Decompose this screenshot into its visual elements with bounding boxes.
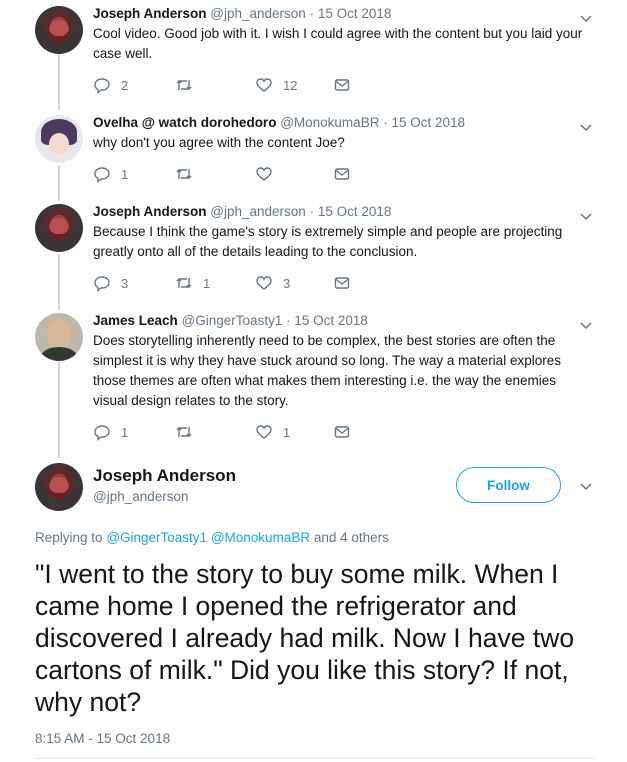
tweet-header: James Leach @GingerToasty1 · 15 Oct 2018 <box>93 313 368 328</box>
like-icon <box>256 425 272 439</box>
tweet-date[interactable]: 15 Oct 2018 <box>391 115 465 130</box>
retweet-button[interactable] <box>175 165 203 183</box>
author-name[interactable]: Joseph Anderson <box>93 204 207 219</box>
tweet-date[interactable]: 15 Oct 2018 <box>294 313 368 328</box>
author-name[interactable]: James Leach <box>93 313 178 328</box>
retweet-count: 1 <box>203 275 211 291</box>
mention-link[interactable]: @MonokumaBR <box>211 530 310 545</box>
like-button[interactable]: 12 <box>255 76 297 94</box>
follow-button[interactable]: Follow <box>456 467 561 503</box>
tweet-header: Joseph Anderson @jph_anderson · 15 Oct 2… <box>93 6 391 21</box>
dm-button[interactable] <box>333 76 351 94</box>
thread-line <box>58 362 60 458</box>
chevron-down-icon[interactable] <box>580 121 592 133</box>
reply-icon <box>94 425 110 441</box>
author-handle[interactable]: @jph_anderson <box>210 6 306 21</box>
like-button[interactable]: 1 <box>255 423 290 441</box>
dm-button[interactable] <box>333 274 351 292</box>
retweet-icon <box>176 278 192 288</box>
tweet-text: Cool video. Good job with it. I wish I c… <box>93 26 583 61</box>
tweet-text: Because I think the game's story is extr… <box>93 224 563 259</box>
replying-suffix[interactable]: and 4 others <box>314 530 389 545</box>
reply-button[interactable]: 2 <box>93 76 128 94</box>
chevron-down-icon[interactable] <box>580 480 592 492</box>
reply-button[interactable]: 1 <box>93 423 128 441</box>
dm-icon <box>334 168 350 180</box>
retweet-icon <box>176 427 192 437</box>
avatar[interactable] <box>35 6 83 54</box>
dm-icon <box>334 79 350 91</box>
replying-prefix: Replying to <box>35 530 103 545</box>
author-name[interactable]: Ovelha @ watch dorohedoro <box>93 115 276 130</box>
retweet-button[interactable]: 1 <box>175 274 210 292</box>
reply-icon <box>94 78 110 94</box>
retweet-icon <box>176 80 192 90</box>
tweet-text: Does storytelling inherently need to be … <box>93 333 561 408</box>
reply-button[interactable]: 1 <box>93 165 128 183</box>
like-icon <box>256 167 272 181</box>
like-count: 1 <box>283 424 291 440</box>
author-handle[interactable]: @GingerToasty1 <box>182 313 283 328</box>
author-handle[interactable]: @MonokumaBR <box>280 115 379 130</box>
separator: · <box>309 204 315 219</box>
reply-count: 1 <box>121 166 129 182</box>
avatar[interactable] <box>35 115 83 163</box>
dm-icon <box>334 426 350 438</box>
like-button[interactable]: 3 <box>255 274 290 292</box>
separator: · <box>286 313 291 328</box>
chevron-down-icon[interactable] <box>580 12 592 24</box>
author-handle[interactable]: @jph_anderson <box>93 489 189 504</box>
tweet-header: Joseph Anderson @jph_anderson · 15 Oct 2… <box>93 204 391 219</box>
author-handle[interactable]: @jph_anderson <box>210 204 306 219</box>
retweet-button[interactable] <box>175 423 203 441</box>
tweet-actions: 2 12 <box>93 76 393 98</box>
separator: · <box>309 6 315 21</box>
replying-to: Replying to @GingerToasty1 @MonokumaBR a… <box>35 530 389 545</box>
reply-icon <box>94 167 110 183</box>
retweet-button[interactable] <box>175 76 203 94</box>
author-name[interactable]: Joseph Anderson <box>93 6 207 21</box>
mention-link[interactable]: @GingerToasty1 <box>106 530 207 545</box>
tweet-actions: 3 1 3 <box>93 274 393 296</box>
reply-count: 2 <box>121 77 129 93</box>
reply-icon <box>94 276 110 292</box>
tweet-text: why don't you agree with the content Joe… <box>93 135 345 150</box>
thread-line <box>58 254 60 310</box>
like-button[interactable] <box>255 165 283 183</box>
like-count: 3 <box>283 275 291 291</box>
reply-count: 1 <box>121 424 129 440</box>
avatar[interactable] <box>35 204 83 252</box>
tweet-timestamp[interactable]: 8:15 AM - 15 Oct 2018 <box>35 731 170 746</box>
thread-line <box>58 165 60 201</box>
like-icon <box>256 78 272 92</box>
tweet-actions: 1 1 <box>93 423 393 445</box>
avatar[interactable] <box>35 463 83 511</box>
dm-button[interactable] <box>333 165 351 183</box>
tweet-date[interactable]: 15 Oct 2018 <box>318 6 392 21</box>
author-name[interactable]: Joseph Anderson <box>93 466 236 486</box>
reply-count: 3 <box>121 275 129 291</box>
divider <box>35 758 595 759</box>
avatar[interactable] <box>35 313 83 361</box>
tweet-text: "I went to the story to buy some milk. W… <box>35 559 575 717</box>
separator: · <box>383 115 388 130</box>
chevron-down-icon[interactable] <box>580 319 592 331</box>
thread-line <box>58 54 60 110</box>
reply-button[interactable]: 3 <box>93 274 128 292</box>
tweet-actions: 1 <box>93 165 393 187</box>
retweet-icon <box>176 169 192 179</box>
like-icon <box>256 276 272 290</box>
tweet-date[interactable]: 15 Oct 2018 <box>318 204 392 219</box>
dm-icon <box>334 277 350 289</box>
chevron-down-icon[interactable] <box>580 210 592 222</box>
dm-button[interactable] <box>333 423 351 441</box>
like-count: 12 <box>283 77 298 93</box>
tweet-header: Ovelha @ watch dorohedoro @MonokumaBR · … <box>93 115 465 130</box>
